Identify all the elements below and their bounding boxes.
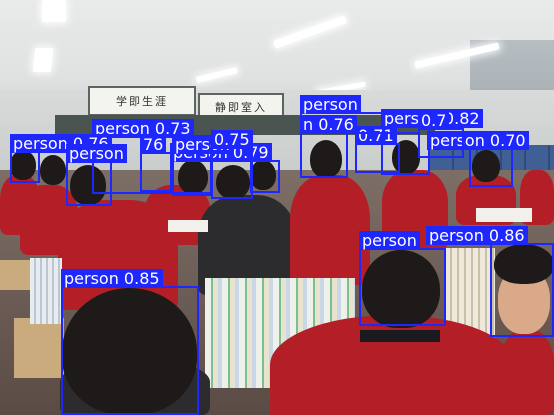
detection-box[interactable]: person bbox=[300, 95, 420, 134]
detection-box[interactable]: 0.71 bbox=[355, 126, 400, 173]
student bbox=[500, 330, 554, 415]
detection-label: person 0.86 bbox=[426, 226, 528, 245]
ceiling-light bbox=[32, 48, 54, 72]
collar-stripe bbox=[360, 330, 440, 342]
detection-label: person bbox=[300, 95, 361, 114]
student bbox=[290, 175, 370, 285]
book-stack bbox=[30, 258, 62, 324]
detection-box[interactable]: person bbox=[172, 135, 230, 196]
paper bbox=[168, 220, 208, 232]
detection-label: person 0.85 bbox=[61, 269, 163, 288]
detection-box[interactable]: person 0.85 bbox=[61, 269, 199, 415]
detection-box[interactable]: person 0.79 bbox=[170, 143, 280, 193]
detection-label: 0.75 bbox=[211, 130, 253, 149]
detection-box[interactable]: 0.75 bbox=[211, 130, 253, 199]
student-head bbox=[40, 155, 66, 185]
desk bbox=[14, 318, 64, 378]
detection-label: 76 bbox=[140, 135, 167, 154]
detection-box[interactable]: 76 bbox=[140, 135, 172, 192]
detection-box[interactable]: person 0.70 bbox=[427, 131, 529, 187]
wall-sign: 学即生涯 bbox=[88, 86, 196, 116]
detection-box[interactable]: 0.7 bbox=[418, 111, 464, 158]
paper bbox=[476, 208, 532, 222]
detection-box[interactable]: person bbox=[66, 144, 127, 206]
detection-box[interactable]: n 0.76 bbox=[300, 115, 357, 178]
detection-label: person bbox=[66, 144, 127, 163]
detection-label: person bbox=[359, 231, 420, 250]
ceiling-light bbox=[42, 0, 66, 22]
detection-box[interactable]: person 0.76 bbox=[10, 134, 112, 183]
detection-box[interactable]: person bbox=[359, 231, 446, 326]
detection-viewer: 学即生涯 静即室入 person 0.85 person 0.86 person… bbox=[0, 0, 554, 415]
detection-box[interactable]: person 0.86 bbox=[426, 226, 554, 337]
detection-label: 0.7 bbox=[418, 111, 450, 130]
